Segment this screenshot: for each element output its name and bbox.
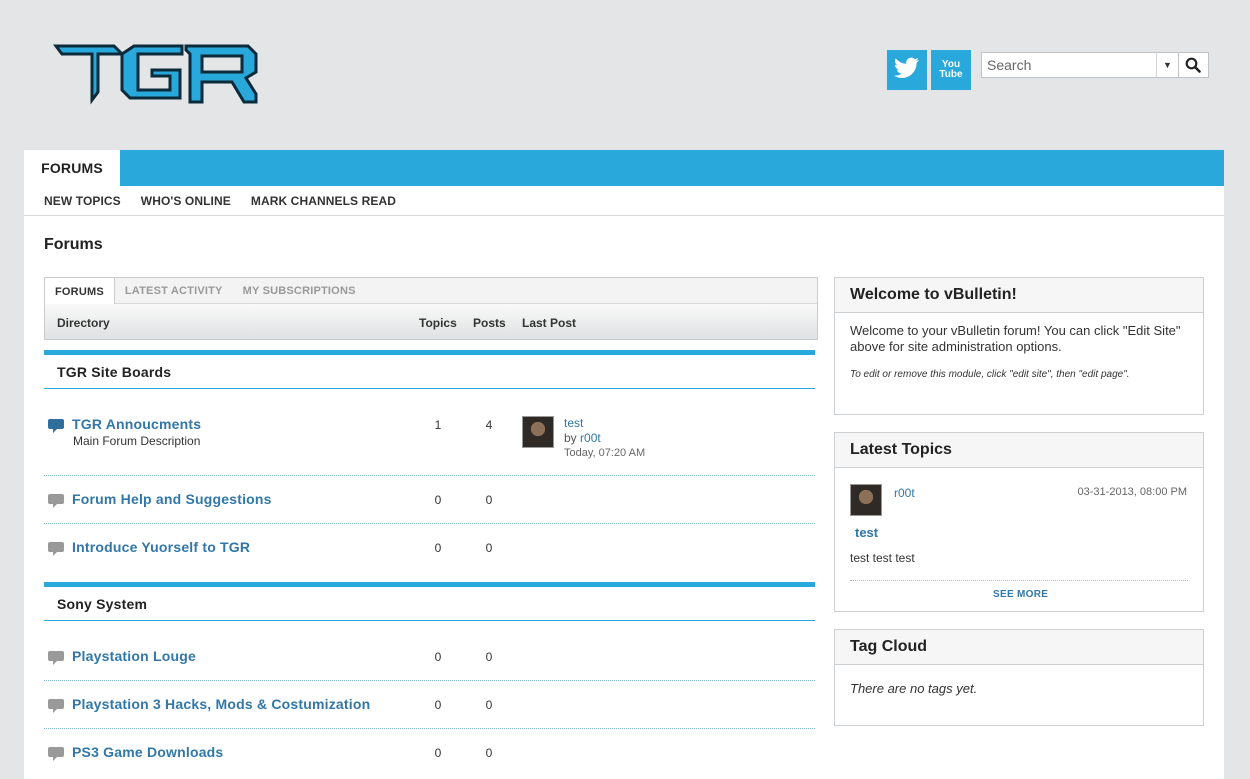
forum-tabs: FORUMS LATEST ACTIVITY MY SUBSCRIPTIONS bbox=[44, 277, 818, 305]
avatar[interactable] bbox=[850, 484, 882, 516]
youtube-icon: You Tube bbox=[939, 59, 963, 80]
welcome-module: Welcome to vBulletin! Welcome to your vB… bbox=[834, 277, 1204, 415]
tab-latest-activity[interactable]: LATEST ACTIVITY bbox=[115, 278, 233, 303]
welcome-title: Welcome to vBulletin! bbox=[835, 278, 1203, 313]
search-box: ▼ bbox=[981, 52, 1209, 78]
topics-col-header: Topics bbox=[419, 316, 457, 330]
section-title[interactable]: TGR Site Boards bbox=[44, 355, 815, 389]
forum-row: Playstation Louge 0 0 bbox=[44, 621, 815, 681]
site-logo[interactable] bbox=[52, 42, 258, 106]
search-button[interactable] bbox=[1178, 53, 1206, 77]
twitter-icon bbox=[894, 57, 920, 84]
topics-count: 0 bbox=[434, 493, 442, 507]
search-icon bbox=[1185, 57, 1201, 73]
forum-section: Sony System Playstation Louge 0 0 Playst… bbox=[44, 582, 815, 777]
forum-row: Introduce Yuorself to TGR 0 0 bbox=[44, 524, 815, 572]
new-topics-link[interactable]: NEW TOPICS bbox=[44, 194, 121, 208]
topic-author-link[interactable]: r00t bbox=[894, 486, 915, 500]
forum-row: Forum Help and Suggestions 0 0 bbox=[44, 476, 815, 524]
youtube-button[interactable]: You Tube bbox=[931, 50, 971, 90]
posts-count: 0 bbox=[485, 698, 493, 712]
sub-navbar: NEW TOPICS WHO'S ONLINE MARK CHANNELS RE… bbox=[24, 186, 1224, 216]
posts-count: 4 bbox=[485, 418, 493, 432]
topics-count: 0 bbox=[434, 541, 442, 555]
tag-cloud-title: Tag Cloud bbox=[835, 630, 1203, 665]
forum-title-link[interactable]: Forum Help and Suggestions bbox=[72, 491, 272, 507]
whos-online-link[interactable]: WHO'S ONLINE bbox=[141, 194, 231, 208]
avatar[interactable] bbox=[522, 416, 554, 448]
forum-title-link[interactable]: TGR Annoucments bbox=[72, 416, 201, 432]
forum-section: TGR Site Boards TGR Annoucments Main For… bbox=[44, 350, 815, 572]
last-post-title-link[interactable]: test bbox=[564, 416, 583, 430]
mark-channels-read-link[interactable]: MARK CHANNELS READ bbox=[251, 194, 396, 208]
forum-row: PS3 Game Downloads 0 0 bbox=[44, 729, 815, 777]
forum-title-link[interactable]: Introduce Yuorself to TGR bbox=[72, 539, 250, 555]
latest-topics-title: Latest Topics bbox=[835, 433, 1203, 468]
welcome-text: Welcome to your vBulletin forum! You can… bbox=[850, 323, 1181, 354]
posts-count: 0 bbox=[485, 746, 493, 760]
twitter-button[interactable] bbox=[887, 50, 927, 90]
forum-inactive-icon bbox=[48, 493, 66, 514]
posts-count: 0 bbox=[485, 650, 493, 664]
forum-inactive-icon bbox=[48, 541, 66, 562]
forum-panel: FORUMS LATEST ACTIVITY MY SUBSCRIPTIONS … bbox=[44, 277, 818, 340]
tag-cloud-module: Tag Cloud There are no tags yet. bbox=[834, 629, 1204, 726]
forum-title-link[interactable]: Playstation 3 Hacks, Mods & Costumizatio… bbox=[72, 696, 370, 712]
tab-my-subscriptions[interactable]: MY SUBSCRIPTIONS bbox=[233, 278, 366, 303]
tab-forums[interactable]: FORUMS bbox=[24, 150, 120, 186]
topics-count: 0 bbox=[434, 698, 442, 712]
last-post-time: Today, 07:20 AM bbox=[564, 447, 646, 459]
topic-title-link[interactable]: test bbox=[855, 525, 878, 540]
welcome-note: To edit or remove this module, click "ed… bbox=[850, 369, 1130, 380]
forum-row: Playstation 3 Hacks, Mods & Costumizatio… bbox=[44, 681, 815, 729]
topics-count: 0 bbox=[434, 650, 442, 664]
forum-active-icon bbox=[48, 418, 66, 439]
directory-header: Directory Topics Posts Last Post bbox=[44, 304, 818, 340]
forum-title-link[interactable]: PS3 Game Downloads bbox=[72, 744, 223, 760]
topic-excerpt: test test test bbox=[850, 551, 915, 565]
chevron-down-icon[interactable]: ▼ bbox=[1156, 53, 1178, 77]
last-post-user-link[interactable]: r00t bbox=[580, 431, 601, 445]
forum-inactive-icon bbox=[48, 698, 66, 719]
forum-inactive-icon bbox=[48, 746, 66, 767]
directory-col-header: Directory bbox=[57, 316, 110, 330]
forum-description: Main Forum Description bbox=[73, 434, 201, 448]
topics-count: 1 bbox=[434, 418, 442, 432]
forum-title-link[interactable]: Playstation Louge bbox=[72, 648, 196, 664]
posts-col-header: Posts bbox=[473, 316, 506, 330]
last-post-author: by r00t bbox=[564, 431, 601, 445]
topic-date: 03-31-2013, 08:00 PM bbox=[1077, 486, 1187, 498]
topics-count: 0 bbox=[434, 746, 442, 760]
tag-cloud-empty: There are no tags yet. bbox=[850, 681, 978, 696]
main-navbar: FORUMS bbox=[24, 150, 1224, 186]
forum-row: TGR Annoucments Main Forum Description 1… bbox=[44, 389, 815, 476]
posts-count: 0 bbox=[485, 541, 493, 555]
page-title: Forums bbox=[44, 236, 103, 253]
section-title[interactable]: Sony System bbox=[44, 587, 815, 621]
main-content: NEW TOPICS WHO'S ONLINE MARK CHANNELS RE… bbox=[24, 186, 1224, 779]
last-post-col-header: Last Post bbox=[522, 316, 577, 330]
tab-forums-list[interactable]: FORUMS bbox=[45, 278, 115, 305]
search-input[interactable] bbox=[982, 54, 1156, 76]
posts-count: 0 bbox=[485, 493, 493, 507]
forum-inactive-icon bbox=[48, 650, 66, 671]
see-more-link[interactable]: SEE MORE bbox=[993, 589, 1048, 600]
latest-topics-module: Latest Topics r00t 03-31-2013, 08:00 PM … bbox=[834, 432, 1204, 612]
